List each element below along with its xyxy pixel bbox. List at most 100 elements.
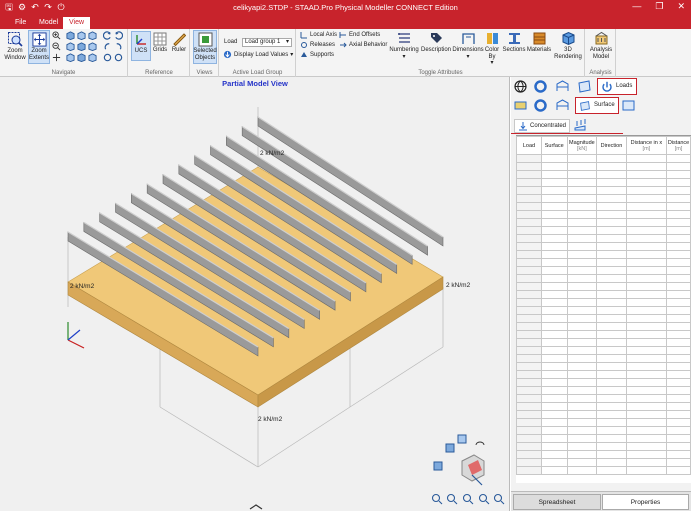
table-cell[interactable]	[566, 394, 598, 403]
table-cell[interactable]	[625, 450, 668, 459]
table-cell[interactable]	[596, 186, 627, 195]
axial-behavior-toggle[interactable]: Axial Behavior	[339, 41, 387, 49]
table-cell[interactable]	[596, 386, 627, 395]
rotate-right-icon[interactable]	[114, 31, 123, 40]
table-cell[interactable]	[596, 466, 627, 475]
table-cell[interactable]	[516, 194, 542, 203]
table-cell[interactable]	[566, 242, 598, 251]
table-cell[interactable]	[540, 242, 568, 251]
table-cell[interactable]	[540, 458, 568, 467]
table-cell[interactable]	[566, 298, 598, 307]
uniform-load-icon[interactable]	[573, 117, 588, 132]
table-cell[interactable]	[596, 450, 627, 459]
table-cell[interactable]	[540, 250, 568, 259]
table-cell[interactable]	[566, 258, 598, 267]
table-cell[interactable]	[540, 298, 568, 307]
table-row[interactable]	[516, 370, 691, 379]
table-cell[interactable]	[625, 274, 668, 283]
table-cell[interactable]	[540, 386, 568, 395]
tab-surface[interactable]: Surface	[575, 97, 619, 114]
table-cell[interactable]	[625, 162, 668, 171]
table-cell[interactable]	[516, 466, 542, 475]
view-bottom-icon[interactable]	[66, 53, 75, 62]
table-cell[interactable]	[625, 426, 668, 435]
table-cell[interactable]	[540, 346, 568, 355]
rotate-up-icon[interactable]	[103, 42, 112, 51]
table-cell[interactable]	[666, 330, 691, 339]
table-cell[interactable]	[540, 226, 568, 235]
materials-button[interactable]: Materials	[526, 31, 552, 54]
table-cell[interactable]	[596, 330, 627, 339]
table-cell[interactable]	[625, 378, 668, 387]
table-row[interactable]	[516, 322, 691, 331]
table-row[interactable]	[516, 330, 691, 339]
table-cell[interactable]	[540, 274, 568, 283]
table-cell[interactable]	[666, 250, 691, 259]
table-cell[interactable]	[566, 402, 598, 411]
table-cell[interactable]	[666, 386, 691, 395]
table-cell[interactable]	[516, 186, 542, 195]
table-cell[interactable]	[666, 394, 691, 403]
table-cell[interactable]	[596, 378, 627, 387]
table-cell[interactable]	[666, 194, 691, 203]
table-cell[interactable]	[666, 162, 691, 171]
table-row[interactable]	[516, 162, 691, 171]
table-cell[interactable]	[596, 410, 627, 419]
grids-button[interactable]: Grids	[151, 32, 169, 54]
model-viewport[interactable]: Partial Model View 2 kN/m2 2 kN/m2 2 kN/…	[0, 77, 510, 511]
zoom-extents-icon[interactable]	[462, 493, 474, 505]
table-cell[interactable]	[516, 322, 542, 331]
zoom-previous-icon[interactable]	[493, 493, 505, 505]
tab-properties[interactable]: Properties	[602, 494, 689, 510]
table-cell[interactable]	[566, 218, 598, 227]
table-cell[interactable]	[516, 178, 542, 187]
table-cell[interactable]	[625, 266, 668, 275]
table-cell[interactable]	[596, 242, 627, 251]
table-cell[interactable]	[540, 154, 568, 163]
table-cell[interactable]	[540, 410, 568, 419]
tab-model[interactable]: Model	[33, 17, 64, 29]
table-cell[interactable]	[625, 466, 668, 475]
rotate-view-icon[interactable]	[475, 441, 485, 446]
table-cell[interactable]	[625, 226, 668, 235]
column-header[interactable]: Distance in x [m]	[625, 136, 668, 155]
table-cell[interactable]	[566, 194, 598, 203]
table-cell[interactable]	[516, 386, 542, 395]
table-cell[interactable]	[596, 306, 627, 315]
table-cell[interactable]	[516, 234, 542, 243]
load-group-dropdown[interactable]: Load group 1 ▾	[242, 38, 292, 47]
table-cell[interactable]	[516, 298, 542, 307]
minimize-button[interactable]: —	[632, 1, 641, 12]
table-cell[interactable]	[516, 418, 542, 427]
table-row[interactable]	[516, 418, 691, 427]
table-row[interactable]	[516, 402, 691, 411]
view-cube[interactable]	[433, 434, 485, 486]
table-cell[interactable]	[540, 266, 568, 275]
table-row[interactable]	[516, 426, 691, 435]
table-cell[interactable]	[625, 458, 668, 467]
table-cell[interactable]	[540, 362, 568, 371]
table-cell[interactable]	[666, 418, 691, 427]
table-cell[interactable]	[540, 306, 568, 315]
table-cell[interactable]	[596, 258, 627, 267]
table-cell[interactable]	[540, 434, 568, 443]
table-cell[interactable]	[516, 282, 542, 291]
table-row[interactable]	[516, 226, 691, 235]
table-cell[interactable]	[666, 466, 691, 475]
table-cell[interactable]	[625, 306, 668, 315]
table-cell[interactable]	[596, 290, 627, 299]
column-header[interactable]: Load	[516, 136, 542, 155]
table-row[interactable]	[516, 442, 691, 451]
table-cell[interactable]	[540, 370, 568, 379]
column-header[interactable]: Direction	[596, 136, 627, 155]
table-cell[interactable]	[540, 218, 568, 227]
table-cell[interactable]	[540, 234, 568, 243]
table-cell[interactable]	[566, 458, 598, 467]
table-cell[interactable]	[566, 186, 598, 195]
table-cell[interactable]	[666, 378, 691, 387]
table-cell[interactable]	[625, 234, 668, 243]
table-cell[interactable]	[516, 250, 542, 259]
load-spreadsheet[interactable]: Load Surface Magnitude [kN] Direction Dis…	[516, 135, 691, 483]
table-cell[interactable]	[625, 418, 668, 427]
table-row[interactable]	[516, 266, 691, 275]
